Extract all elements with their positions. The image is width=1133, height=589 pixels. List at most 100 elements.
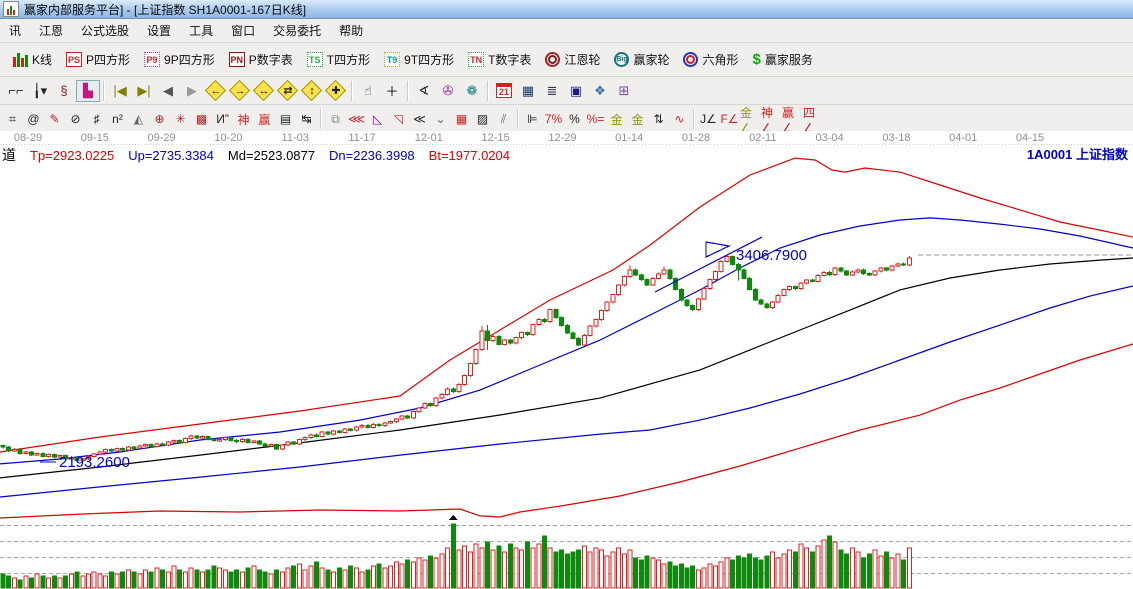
circle-divisions-icon[interactable]: ⊘ [65,110,86,129]
fan-gold-icon[interactable]: 金∠ [740,110,761,129]
tool-t-square[interactable]: TST四方形 [300,47,377,72]
ruler-comb-icon[interactable]: ⌗ [2,110,23,129]
gold-circle-icon[interactable]: 金 [606,110,627,129]
spiral-shell-icon[interactable]: ❁ [460,80,484,102]
title-bar[interactable]: 赢家内部服务平台] - [上证指数 SH1A0001-167日K线] [0,0,1133,19]
span-arrows-icon[interactable]: ↹ [296,110,317,129]
v-dots-icon[interactable]: ⌄ [430,110,451,129]
last-bar-icon[interactable]: ▶| [132,80,156,102]
flag-pen-icon[interactable]: ⇅ [648,110,669,129]
menu-tools[interactable]: 工具 [180,19,222,42]
kline-chart-canvas[interactable]: 3406.79002193.260008-2909-1509-2910-2011… [0,131,1133,589]
grid-cross-icon[interactable]: ▩ [191,110,212,129]
tool-kline[interactable]: K线 [6,47,59,72]
order-terminal-icon[interactable]: ⊞ [612,80,636,102]
date-tick-label: 08-29 [14,132,42,144]
indicator-value: Up=2735.3384 [128,148,214,163]
expand-bars-icon[interactable]: ↔ [252,80,276,102]
first-bar-icon[interactable]: |◀ [108,80,132,102]
fan-si-icon[interactable]: 四∠ [803,110,824,129]
grid-arrow-icon[interactable]: ▨ [472,110,493,129]
shen-tool-icon[interactable]: 神 [233,110,254,129]
network-download-icon[interactable]: ❖ [588,80,612,102]
n-squared-icon[interactable]: n² [107,110,128,129]
brush-icon[interactable]: ✎ [44,110,65,129]
prev-bar-icon[interactable]: ◀ [156,80,180,102]
pan-right-icon[interactable]: → [228,80,252,102]
indicator-readout: 道Tp=2923.0225Up=2735.3384Md=2523.0877Dn=… [2,145,524,165]
next-bar-icon[interactable]: ▶ [180,80,204,102]
window-title: 赢家内部服务平台] - [上证指数 SH1A0001-167日K线] [24,1,306,18]
star-cross-icon[interactable]: ✳ [170,110,191,129]
menu-gann[interactable]: 江恩 [30,19,72,42]
fan-rays-icon[interactable]: ⋘ [346,110,367,129]
crosshair-tool-icon[interactable]: ＋ [380,80,404,102]
tool-gann-wheel[interactable]: 江恩轮 [538,47,607,72]
ruler-123-icon[interactable]: ▤ [275,110,296,129]
percent-strike-icon[interactable]: 7% [543,110,564,129]
notes-icon[interactable]: ≣ [540,80,564,102]
menu-help[interactable]: 帮助 [330,19,372,42]
percent-icon[interactable]: % [564,110,585,129]
gold-lines-icon[interactable]: 金 [627,110,648,129]
menu-window[interactable]: 窗口 [222,19,264,42]
tool-p-number-table-label: P数字表 [249,51,293,68]
fan-shen-icon[interactable]: 神∠ [761,110,782,129]
comb-icon[interactable]: ♯ [86,110,107,129]
tool-9t-square-icon: T9 [384,52,400,67]
tool-winner-service[interactable]: $赢家服务 [745,47,819,72]
tool-9t-square-label: 9T四方形 [404,51,454,68]
k-wave-icon[interactable]: И” [212,110,233,129]
ying-tool-icon[interactable]: 赢 [254,110,275,129]
angle-flag-icon[interactable]: ◭ [128,110,149,129]
magic-tool-icon[interactable]: ✇ [436,80,460,102]
tool-t-number-table-label: T数字表 [488,51,531,68]
date-tick-label: 09-15 [81,132,109,144]
calculator-icon[interactable]: ▦ [516,80,540,102]
gann-fan-icon[interactable]: ≪ [409,110,430,129]
pivot-high-label: 3406.7900 [736,247,807,264]
slashes-icon[interactable]: ⫽ [493,110,514,129]
chart-area[interactable]: 3406.79002193.260008-2909-1509-2910-2011… [0,131,1133,589]
calendar-icon[interactable]: 21 [492,80,516,102]
pan-left-icon[interactable]: ← [204,80,228,102]
wave-chart-icon[interactable]: ⌐⌐ [4,80,28,102]
box-select-icon[interactable]: ⧉ [325,110,346,129]
tool-p-number-table[interactable]: PNP数字表 [222,47,300,72]
fan-f-icon[interactable]: F∠ [719,110,740,129]
tool-t-number-table[interactable]: TNT数字表 [461,47,538,72]
menu-trade-order[interactable]: 交易委托 [264,19,330,42]
histogram-tool-icon[interactable]: ▙ [76,80,100,102]
expand-all-icon[interactable]: ✚ [324,80,348,102]
menu-settings[interactable]: 设置 [138,19,180,42]
ladder-lines-icon[interactable]: ⊫ [522,110,543,129]
date-tick-label: 10-20 [214,132,242,144]
swap-bars-icon[interactable]: ⇄ [276,80,300,102]
menu-news[interactable]: 讯 [0,19,30,42]
circle-cross-icon[interactable]: ⊕ [149,110,170,129]
fan-box-red-icon[interactable]: ◹ [388,110,409,129]
tool-9t-square[interactable]: T9 9T四方形 [377,47,461,72]
tool-kline-icon [13,52,28,67]
fan-box-purple-icon[interactable]: ◺ [367,110,388,129]
angle-measure-icon[interactable]: ∢ [412,80,436,102]
a-wave-icon[interactable]: ∿ [669,110,690,129]
grid-red-icon[interactable]: ▦ [451,110,472,129]
indicator-name: 道 [2,147,16,163]
menu-formula-stock-pick[interactable]: 公式选股 [72,19,138,42]
candle-style-icon[interactable]: ╽▾ [28,80,52,102]
pattern-tool-icon[interactable]: § [52,80,76,102]
tool-winner-wheel[interactable]: Big赢家轮 [607,47,676,72]
hand-tool-icon[interactable]: ☝ [356,80,380,102]
tool-p-square[interactable]: PSP四方形 [59,47,137,72]
tool-hexagon[interactable]: 六角形 [676,47,745,72]
date-tick-label: 02-11 [749,132,776,144]
fan-j-icon[interactable]: J∠ [698,110,719,129]
save-icon[interactable]: ▣ [564,80,588,102]
band-line-Tp [0,158,1133,452]
spiral-icon[interactable]: @ [23,110,44,129]
stretch-vertical-icon[interactable]: ↕ [300,80,324,102]
fan-ying-icon[interactable]: 赢∠ [782,110,803,129]
percent-lines-icon[interactable]: %= [585,110,606,129]
tool-9p-square[interactable]: P99P四方形 [137,47,222,72]
